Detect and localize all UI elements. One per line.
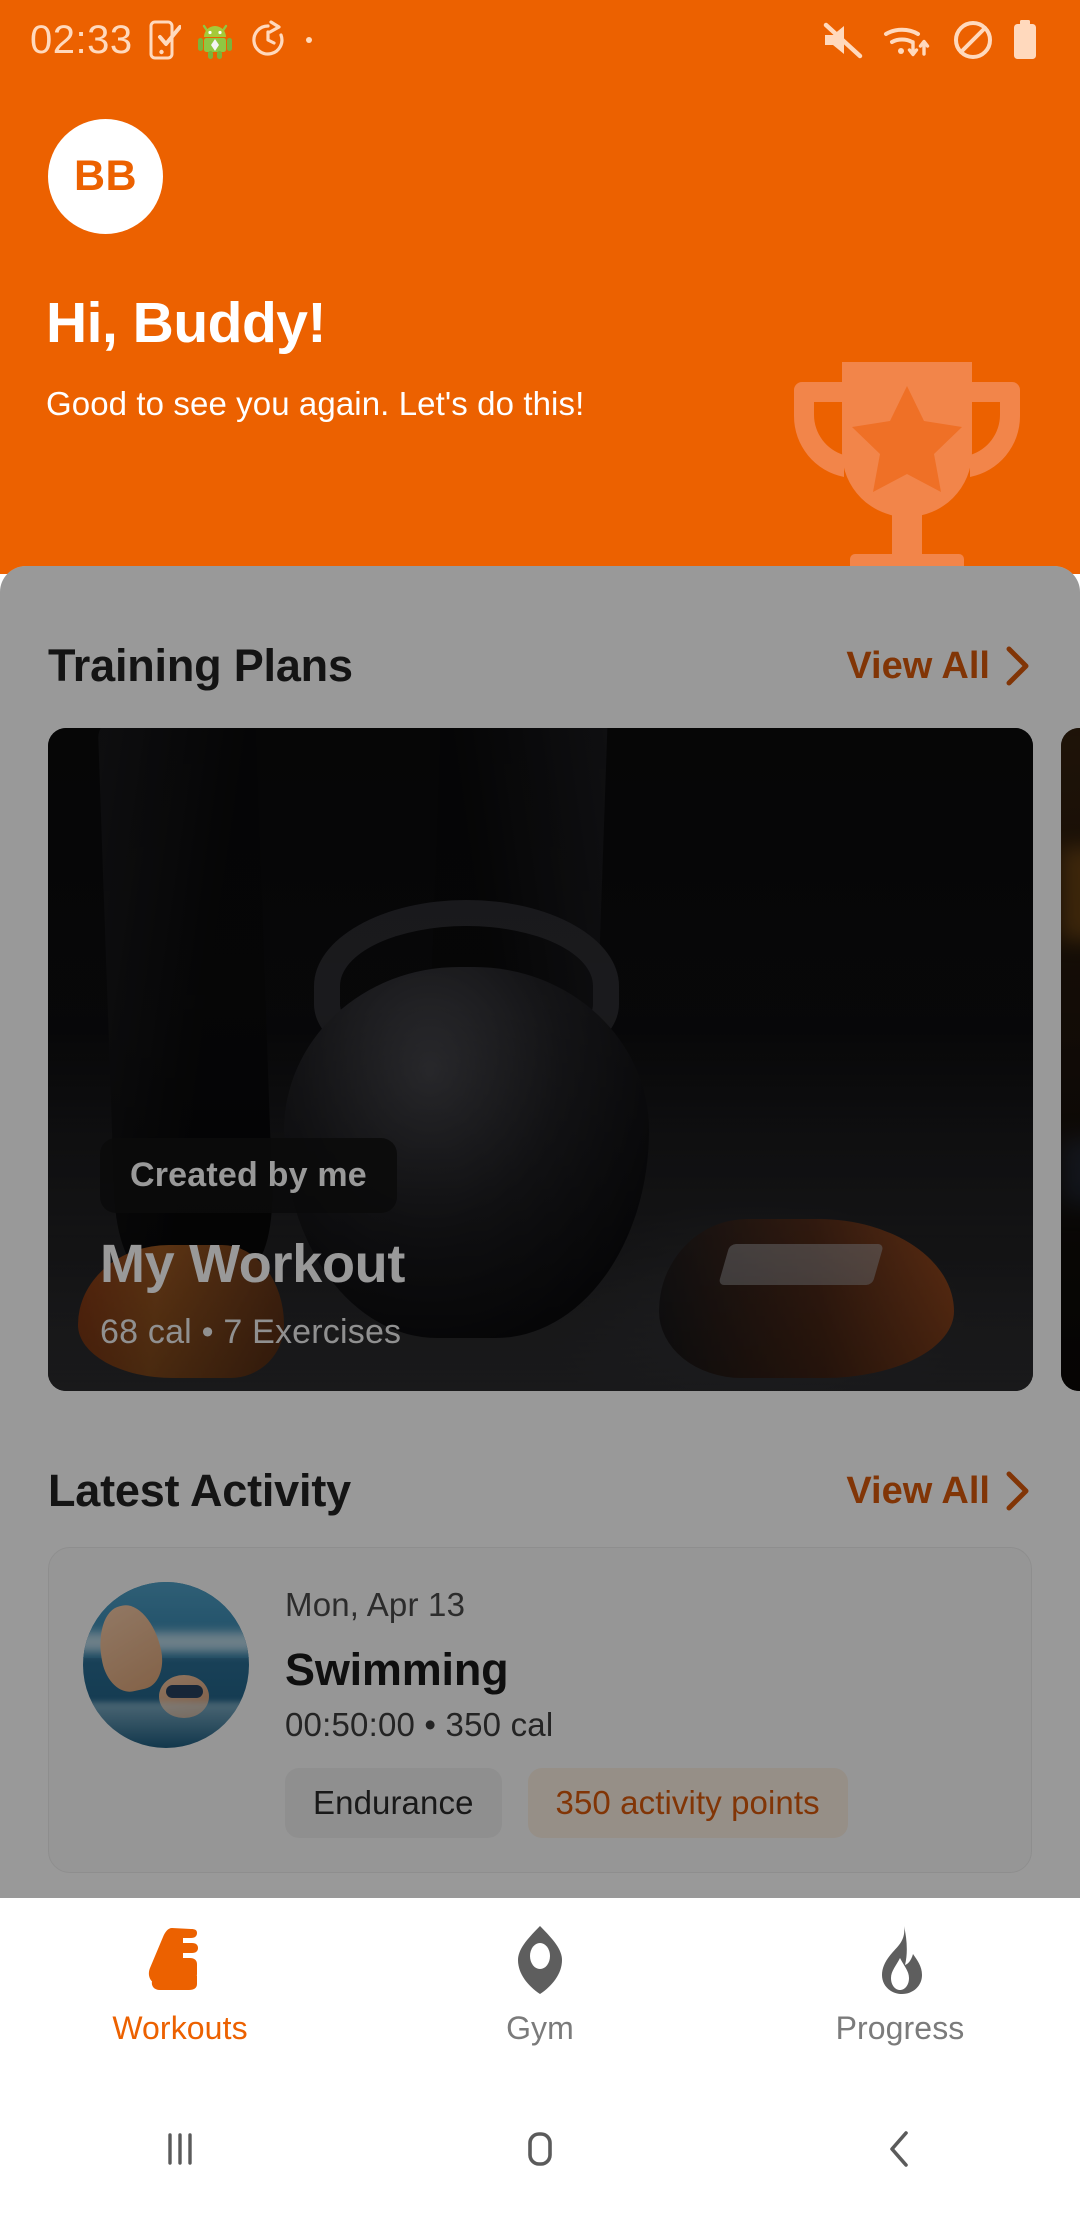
wifi-transfer-icon <box>884 27 930 57</box>
latest-activity-view-all-button[interactable]: View All <box>846 1469 1032 1513</box>
flame-icon <box>882 1926 922 1994</box>
avatar[interactable]: BB <box>48 119 163 234</box>
activity-list-item[interactable]: Mon, Apr 13 Swimming 00:50:00 • 350 cal … <box>48 1547 1032 1873</box>
header-banner: 02:33 BB Hi, Buddy! Good to see you agai… <box>0 0 1080 574</box>
nav-item-gym[interactable]: Gym <box>420 1924 660 2047</box>
latest-activity-view-all-label: View All <box>846 1469 990 1512</box>
mute-icon <box>823 22 863 59</box>
dot-icon <box>305 37 312 43</box>
plan-title: My Workout <box>100 1234 405 1294</box>
app-screen: 02:33 BB Hi, Buddy! Good to see you agai… <box>0 0 1080 2220</box>
activity-name: Swimming <box>285 1644 509 1695</box>
home-icon <box>528 2132 552 2166</box>
recents-icon <box>168 2133 192 2165</box>
trophy-icon <box>793 362 1021 574</box>
swimming-photo <box>83 1582 249 1748</box>
activity-tag-chip: Endurance <box>285 1768 502 1838</box>
chevron-right-icon <box>1006 646 1029 686</box>
training-plans-view-all-label: View All <box>846 644 990 687</box>
plan-subtitle: 68 cal • 7 Exercises <box>100 1313 402 1351</box>
shoe-icon <box>148 1928 198 1990</box>
card-gradient-overlay <box>1061 728 1080 1391</box>
training-plans-header: Training Plans View All <box>0 640 1080 692</box>
back-icon <box>890 2131 908 2167</box>
training-plan-card[interactable] <box>1061 728 1080 1391</box>
greeting-block: Hi, Buddy! Good to see you again. Let's … <box>46 291 736 426</box>
nav-label-gym: Gym <box>506 2010 574 2046</box>
phone-check-icon <box>149 20 181 60</box>
android-robot-icon <box>197 24 232 59</box>
nav-label-workouts: Workouts <box>112 2010 248 2046</box>
avatar-initials: BB <box>73 152 138 200</box>
system-navigation-bar <box>0 2078 1080 2220</box>
bottom-navigation-bar: Workouts Gym Progress <box>0 1898 1080 2078</box>
activity-date: Mon, Apr 13 <box>285 1586 466 1623</box>
recents-button[interactable] <box>60 2121 300 2177</box>
content-sheet: Training Plans View All Created by me My… <box>0 566 1080 1898</box>
status-bar: 02:33 <box>0 0 1080 80</box>
training-plans-carousel[interactable]: Created by me My Workout 68 cal • 7 Exer… <box>0 728 1080 1391</box>
greeting-title: Hi, Buddy! <box>46 291 326 355</box>
chevron-right-icon <box>1006 1471 1029 1511</box>
training-plans-view-all-button[interactable]: View All <box>846 644 1032 688</box>
status-bar-left: 02:33 <box>30 18 315 63</box>
nav-item-workouts[interactable]: Workouts <box>60 1924 300 2047</box>
do-not-disturb-icon <box>954 21 992 59</box>
activity-chips: Endurance 350 activity points <box>285 1768 997 1838</box>
plan-badge: Created by me <box>100 1138 397 1213</box>
latest-activity-header: Latest Activity View All <box>0 1465 1080 1517</box>
home-button[interactable] <box>420 2121 660 2177</box>
activity-stats: 00:50:00 • 350 cal <box>285 1706 554 1743</box>
status-bar-right <box>820 19 1050 61</box>
activity-info: Mon, Apr 13 Swimming 00:50:00 • 350 cal … <box>285 1582 997 1838</box>
nav-item-progress[interactable]: Progress <box>780 1924 1020 2047</box>
battery-full-icon <box>1014 20 1036 59</box>
greeting-subtitle: Good to see you again. Let's do this! <box>46 384 585 422</box>
training-plans-title: Training Plans <box>48 640 353 691</box>
latest-activity-title: Latest Activity <box>48 1465 351 1516</box>
status-clock: 02:33 <box>30 17 133 62</box>
training-plan-card[interactable]: Created by me My Workout 68 cal • 7 Exer… <box>48 728 1033 1391</box>
nav-label-progress: Progress <box>835 2010 965 2046</box>
history-clock-icon <box>251 20 284 56</box>
gym-location-icon <box>518 1926 562 1994</box>
activity-points-chip: 350 activity points <box>527 1768 848 1838</box>
back-button[interactable] <box>780 2121 1020 2177</box>
